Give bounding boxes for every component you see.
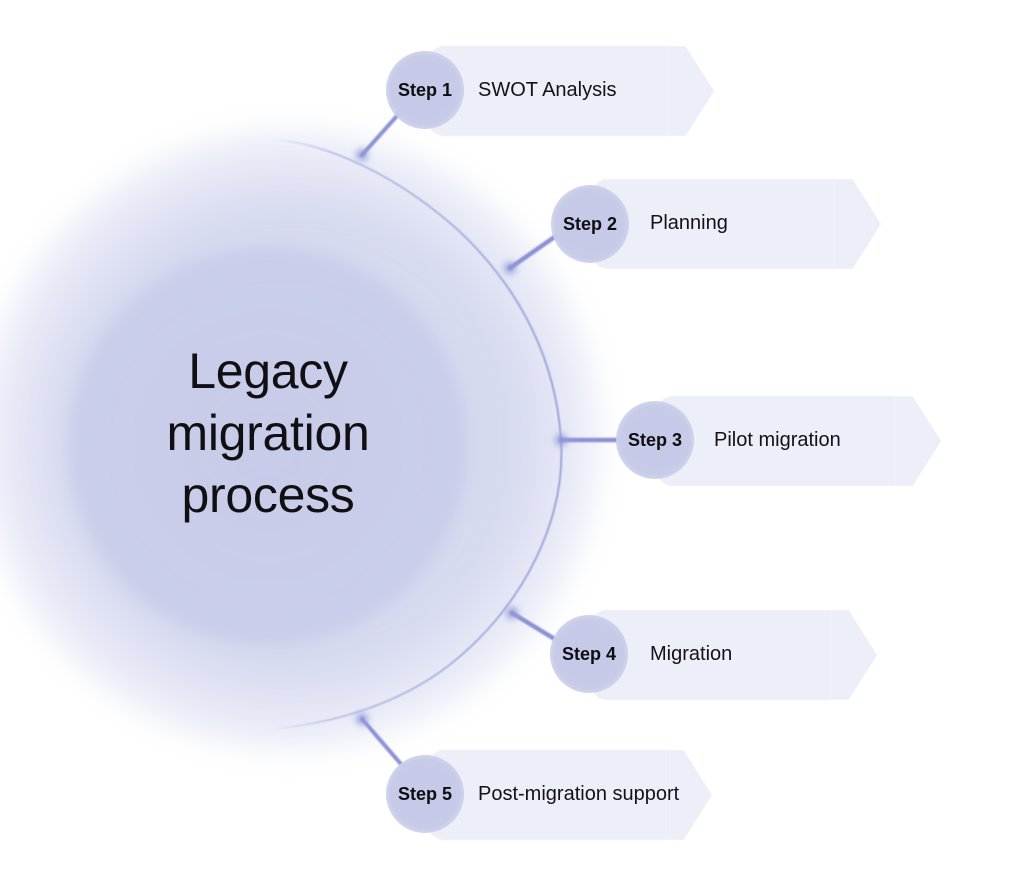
step-badge-label-3: Step 3 [627,429,683,450]
step-badge-4[interactable]: Step 4 [550,615,628,693]
arc-node-step-1 [353,146,371,164]
arc-node-step-4 [503,604,521,622]
step-badge-label-5: Step 5 [397,783,453,804]
diagram-canvas: Legacy migration process Step 1 SWOT Ana… [0,0,1024,885]
step-badge-label-2: Step 2 [562,213,618,234]
arc-node-step-5 [353,710,371,728]
step-badge-5[interactable]: Step 5 [386,755,464,833]
step-label-3: Pilot migration [714,429,841,451]
main-arc [269,138,563,730]
step-label-4: Migration [650,643,733,665]
arc-node-step-2 [501,259,519,277]
step-label-1: SWOT Analysis [478,79,617,101]
step-label-2: Planning [650,212,728,234]
step-badge-2[interactable]: Step 2 [551,185,629,263]
step-badge-label-4: Step 4 [561,643,617,664]
step-badge-label-1: Step 1 [397,79,453,100]
arc-node-step-3 [552,431,570,449]
step-badge-1[interactable]: Step 1 [386,51,464,129]
step-badge-3[interactable]: Step 3 [616,401,694,479]
step-label-5: Post-migration support [478,783,680,805]
